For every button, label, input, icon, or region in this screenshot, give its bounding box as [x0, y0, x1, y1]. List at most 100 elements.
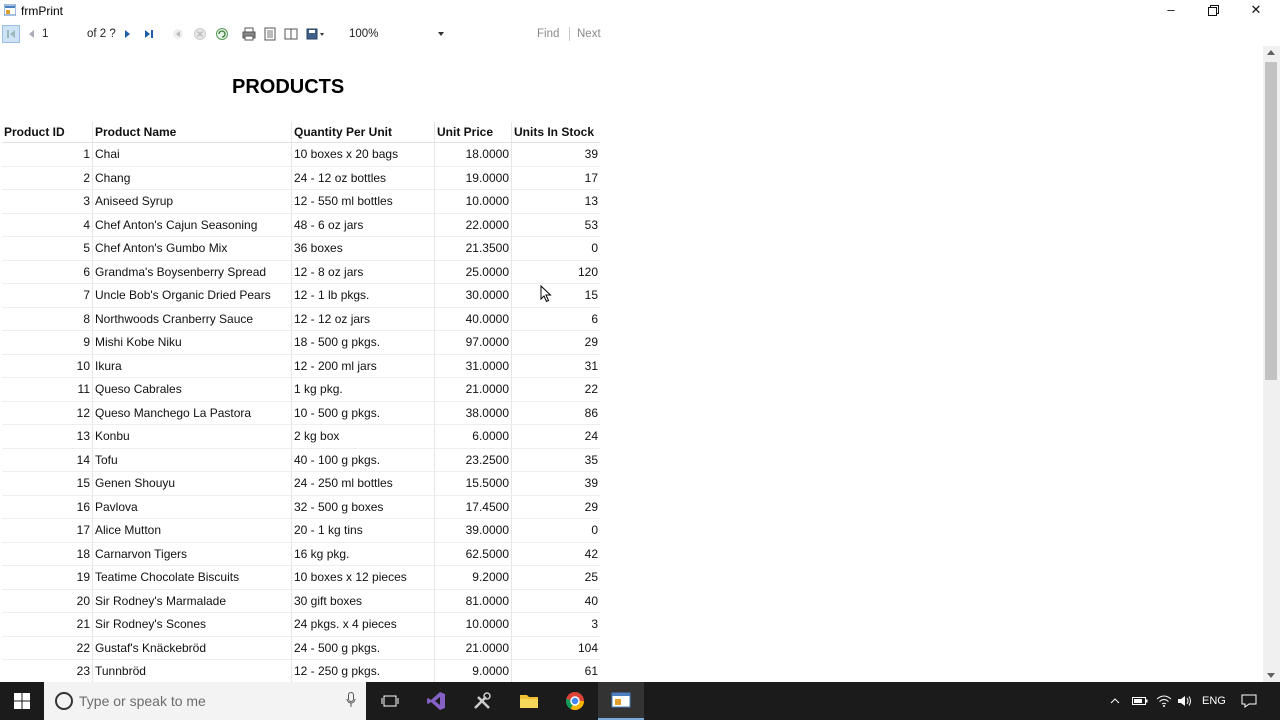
cell-units-in-stock: 0 — [511, 236, 600, 261]
microphone-icon[interactable] — [346, 692, 356, 708]
battery-button[interactable] — [1132, 682, 1148, 720]
find-next-button[interactable]: Next — [577, 26, 601, 42]
table-row: 5 Chef Anton's Gumbo Mix 36 boxes 21.3500 0 — [2, 236, 600, 261]
minimize-button[interactable]: – — [1150, 0, 1192, 22]
cell-unit-price: 10.0000 — [434, 612, 512, 637]
stop-button[interactable] — [192, 26, 208, 42]
cortana-icon — [55, 692, 73, 710]
cell-units-in-stock: 6 — [511, 307, 600, 331]
cell-product-id: 9 — [2, 330, 93, 355]
cell-product-id: 10 — [2, 354, 93, 378]
cell-product-id: 14 — [2, 448, 93, 472]
first-page-button[interactable] — [2, 25, 20, 43]
cell-units-in-stock: 39 — [511, 142, 600, 167]
show-hidden-icons-button[interactable] — [1110, 682, 1120, 720]
next-page-button[interactable] — [120, 26, 136, 42]
print-layout-button[interactable] — [262, 26, 278, 42]
table-row: 7 Uncle Bob's Organic Dried Pears 12 - 1 l… — [2, 283, 600, 308]
cell-quantity-per-unit: 1 kg pkg. — [291, 377, 435, 402]
cell-unit-price: 10.0000 — [434, 189, 512, 214]
refresh-button[interactable] — [214, 26, 230, 42]
print-button[interactable] — [241, 26, 257, 42]
cell-product-name: Sir Rodney's Scones — [92, 612, 292, 637]
table-row: 10 Ikura 12 - 200 ml jars 31.0000 31 — [2, 354, 600, 378]
taskbar-app-frmprint[interactable] — [598, 682, 644, 720]
taskbar-app-tools[interactable] — [459, 682, 505, 720]
zoom-select[interactable]: 100% — [346, 25, 448, 43]
cell-unit-price: 23.2500 — [434, 448, 512, 472]
cell-unit-price: 21.3500 — [434, 236, 512, 261]
previous-page-button[interactable] — [23, 26, 39, 42]
cell-quantity-per-unit: 10 boxes x 20 bags — [291, 142, 435, 167]
task-view-button[interactable] — [367, 682, 413, 720]
cell-units-in-stock: 22 — [511, 377, 600, 402]
page-setup-button[interactable] — [283, 26, 299, 42]
report-canvas: PRODUCTS Product ID Product Name Quantit… — [0, 46, 1263, 682]
vertical-scrollbar[interactable] — [1263, 46, 1280, 682]
stop-icon — [194, 28, 206, 40]
cell-quantity-per-unit: 12 - 12 oz jars — [291, 307, 435, 331]
table-row: 23 Tunnbröd 12 - 250 g pkgs. 9.0000 61 — [2, 659, 600, 682]
taskbar: Type or speak to me ENG — [0, 682, 1280, 720]
export-button[interactable] — [305, 26, 327, 42]
cell-product-name: Queso Cabrales — [92, 377, 292, 402]
cell-units-in-stock: 29 — [511, 495, 600, 519]
cell-quantity-per-unit: 30 gift boxes — [291, 589, 435, 613]
cell-product-name: Pavlova — [92, 495, 292, 519]
cell-quantity-per-unit: 12 - 1 lb pkgs. — [291, 283, 435, 308]
cell-unit-price: 19.0000 — [434, 166, 512, 190]
cell-unit-price: 25.0000 — [434, 260, 512, 284]
tools-icon — [474, 692, 491, 709]
windows-form-icon — [611, 692, 631, 708]
cell-product-id: 6 — [2, 260, 93, 284]
taskbar-app-chrome[interactable] — [552, 682, 598, 720]
network-button[interactable] — [1156, 682, 1172, 720]
column-header-units-in-stock: Units In Stock — [511, 122, 600, 143]
table-row: 18 Carnarvon Tigers 16 kg pkg. 62.5000 42 — [2, 542, 600, 566]
cell-product-name: Chef Anton's Gumbo Mix — [92, 236, 292, 261]
mouse-cursor-icon — [540, 285, 552, 303]
scrollbar-thumb[interactable] — [1265, 62, 1277, 380]
find-button[interactable]: Find — [537, 26, 559, 42]
taskbar-app-visual-studio[interactable] — [413, 682, 459, 720]
cell-product-id: 1 — [2, 142, 93, 167]
toolbar-separator — [569, 27, 570, 41]
cell-product-id: 3 — [2, 189, 93, 214]
cell-product-name: Ikura — [92, 354, 292, 378]
input-language-button[interactable]: ENG — [1202, 682, 1226, 720]
volume-button[interactable] — [1177, 682, 1193, 720]
table-row: 9 Mishi Kobe Niku 18 - 500 g pkgs. 97.0000 2… — [2, 330, 600, 355]
cell-product-id: 21 — [2, 612, 93, 637]
table-row: 4 Chef Anton's Cajun Seasoning 48 - 6 oz j… — [2, 213, 600, 237]
back-button[interactable] — [170, 26, 186, 42]
cell-unit-price: 18.0000 — [434, 142, 512, 167]
table-row: 2 Chang 24 - 12 oz bottles 19.0000 17 — [2, 166, 600, 190]
cell-units-in-stock: 104 — [511, 636, 600, 660]
action-center-button[interactable] — [1241, 682, 1257, 720]
cell-units-in-stock: 13 — [511, 189, 600, 214]
page-setup-icon — [284, 28, 298, 40]
taskbar-app-file-explorer[interactable] — [506, 682, 552, 720]
last-page-button[interactable] — [141, 26, 157, 42]
cell-unit-price: 21.0000 — [434, 636, 512, 660]
find-text-input[interactable] — [457, 26, 527, 42]
cell-product-name: Genen Shouyu — [92, 471, 292, 496]
cell-units-in-stock: 86 — [511, 401, 600, 425]
cell-product-name: Chai — [92, 142, 292, 167]
cell-units-in-stock: 0 — [511, 518, 600, 543]
close-button[interactable]: ✕ — [1235, 0, 1277, 22]
start-button[interactable] — [0, 682, 44, 720]
scroll-up-icon[interactable] — [1267, 50, 1275, 55]
cell-product-name: Mishi Kobe Niku — [92, 330, 292, 355]
scroll-down-icon[interactable] — [1267, 673, 1275, 678]
cell-quantity-per-unit: 16 kg pkg. — [291, 542, 435, 566]
cell-unit-price: 39.0000 — [434, 518, 512, 543]
page-number-input[interactable]: 1 — [42, 26, 70, 42]
table-row: 12 Queso Manchego La Pastora 10 - 500 g pk… — [2, 401, 600, 425]
cell-units-in-stock: 35 — [511, 448, 600, 472]
cell-product-name: Gustaf's Knäckebröd — [92, 636, 292, 660]
restore-button[interactable] — [1192, 0, 1234, 22]
table-row: 13 Konbu 2 kg box 6.0000 24 — [2, 424, 600, 449]
cell-quantity-per-unit: 36 boxes — [291, 236, 435, 261]
taskbar-search-box[interactable]: Type or speak to me — [44, 682, 366, 720]
